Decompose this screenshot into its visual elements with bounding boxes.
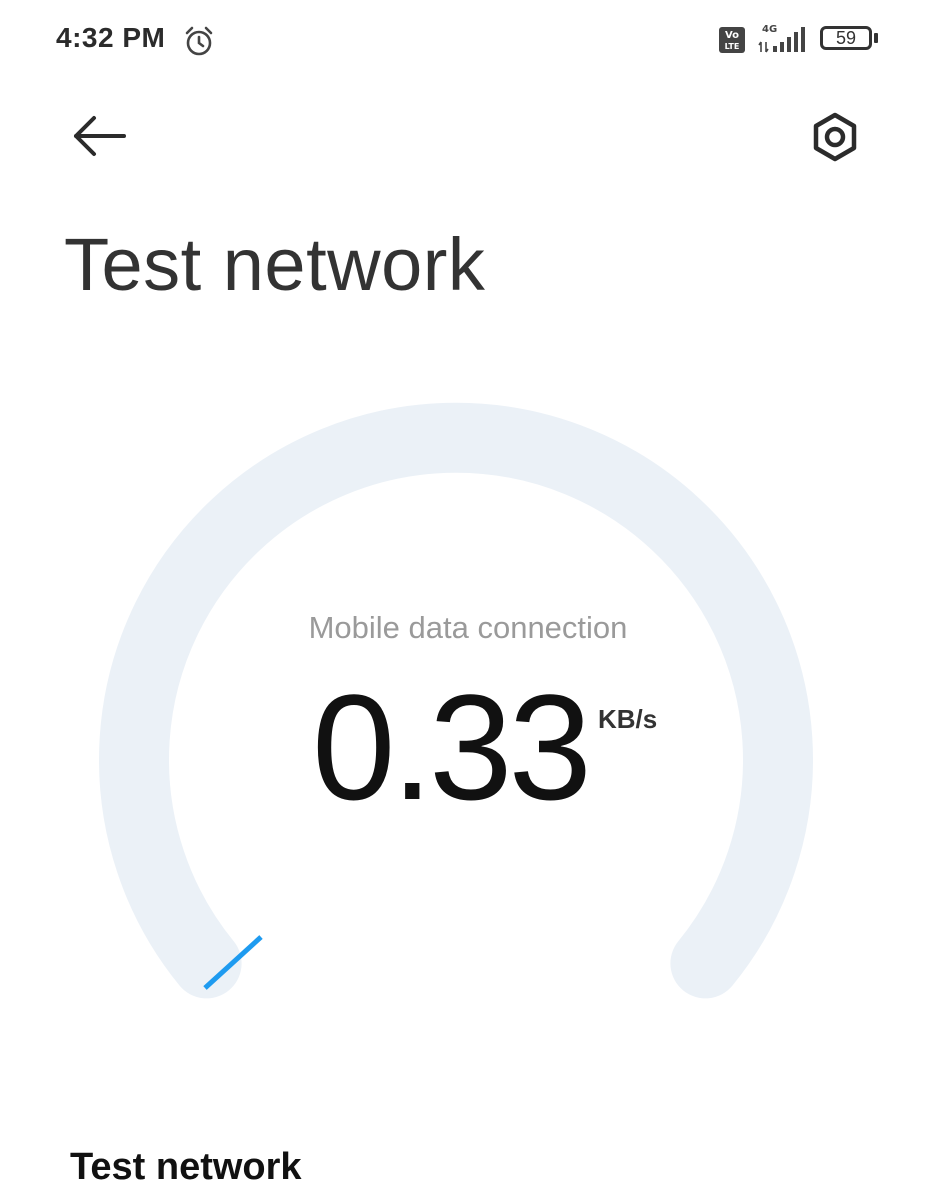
network-type-text: 4G (762, 24, 777, 35)
volte-bottom-text: LTE (725, 42, 740, 51)
section-title: Test network (70, 1146, 302, 1188)
speed-value: 0.33 (312, 663, 592, 831)
signal-strength-icon: 4G (758, 24, 805, 53)
status-bar: 4:32 PM Vo LTE 4G 59 (0, 0, 936, 80)
settings-hexagon-icon (813, 112, 857, 162)
battery-icon: 59 (820, 24, 882, 56)
alarm-clock-icon (185, 26, 213, 56)
settings-button[interactable] (804, 106, 866, 168)
volte-icon: Vo LTE (719, 27, 745, 53)
connection-type-label: Mobile data connection (308, 610, 628, 645)
volte-top-text: Vo (725, 30, 739, 41)
back-button[interactable] (66, 108, 134, 164)
battery-tip (874, 33, 878, 43)
page-title: Test network (64, 223, 486, 306)
status-time: 4:32 PM (56, 22, 166, 53)
arrow-left-icon (74, 116, 126, 156)
speed-unit: KB/s (598, 704, 658, 734)
battery-level: 59 (820, 26, 872, 50)
